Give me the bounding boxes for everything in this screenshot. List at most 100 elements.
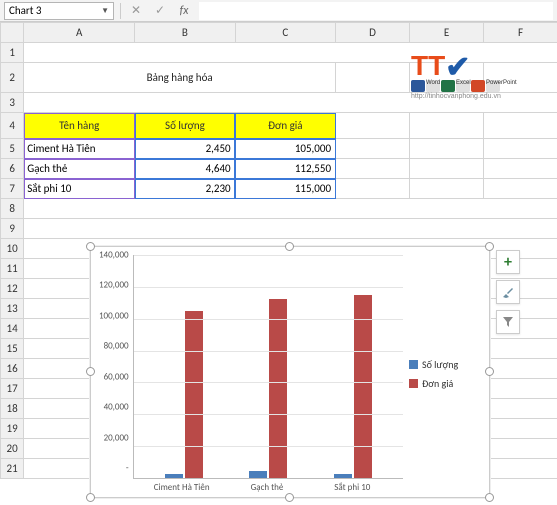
- bar-series2: [185, 311, 203, 478]
- header-cell[interactable]: Số lượng: [135, 113, 235, 139]
- data-cell[interactable]: 4,640: [135, 159, 235, 179]
- row-header[interactable]: 2: [1, 63, 24, 93]
- fx-icon[interactable]: fx: [175, 2, 193, 20]
- data-cell[interactable]: Ciment Hà Tiên: [24, 139, 135, 159]
- col-header-a[interactable]: A: [24, 23, 135, 43]
- col-header-b[interactable]: B: [135, 23, 235, 43]
- cell[interactable]: [410, 179, 484, 199]
- cell[interactable]: [410, 159, 484, 179]
- legend-item: Số lượng: [409, 358, 481, 371]
- row-header[interactable]: 1: [1, 43, 24, 63]
- cell[interactable]: [484, 159, 557, 179]
- data-cell[interactable]: 112,550: [235, 159, 335, 179]
- name-box[interactable]: Chart 3 ▼: [4, 2, 114, 20]
- row-header[interactable]: 19: [1, 419, 24, 439]
- table-title[interactable]: Bảng hàng hóa: [24, 63, 336, 93]
- row-header[interactable]: 3: [1, 93, 24, 113]
- row-header[interactable]: 17: [1, 379, 24, 399]
- resize-handle[interactable]: [86, 242, 95, 251]
- row-header[interactable]: 7: [1, 179, 24, 199]
- cell[interactable]: [336, 63, 410, 93]
- spreadsheet-grid: A B C D E F 1 2 Bảng hàng hóa 3 4 Tên hà…: [0, 22, 557, 479]
- cell[interactable]: [24, 93, 557, 113]
- row-header[interactable]: 13: [1, 299, 24, 319]
- swatch-icon: [409, 379, 418, 388]
- resize-handle[interactable]: [485, 367, 494, 376]
- funnel-icon: [502, 316, 514, 328]
- resize-handle[interactable]: [485, 242, 494, 251]
- data-cell[interactable]: 115,000: [235, 179, 335, 199]
- row-header[interactable]: 5: [1, 139, 24, 159]
- resize-handle[interactable]: [86, 367, 95, 376]
- check-icon[interactable]: ✓: [151, 2, 169, 20]
- header-cell[interactable]: Đơn giá: [235, 113, 335, 139]
- cell[interactable]: [336, 139, 410, 159]
- cell[interactable]: [336, 179, 410, 199]
- cell[interactable]: [24, 219, 557, 239]
- bar-group: [159, 255, 209, 478]
- legend-item: Đơn giá: [409, 377, 481, 390]
- header-cell[interactable]: Tên hàng: [24, 113, 135, 139]
- row-header[interactable]: 18: [1, 399, 24, 419]
- select-all-corner[interactable]: [1, 23, 24, 43]
- chart-filter-button[interactable]: [496, 310, 520, 334]
- resize-handle[interactable]: [285, 493, 294, 502]
- row-header[interactable]: 6: [1, 159, 24, 179]
- row-header[interactable]: 9: [1, 219, 24, 239]
- formula-input[interactable]: [199, 2, 553, 20]
- cell[interactable]: [484, 179, 557, 199]
- row-header[interactable]: 20: [1, 439, 24, 459]
- cell[interactable]: [336, 159, 410, 179]
- bar-group: [328, 255, 378, 478]
- chart-tools: +: [496, 250, 520, 334]
- cell[interactable]: [24, 43, 557, 63]
- formula-bar: Chart 3 ▼ ✕ ✓ fx: [0, 0, 557, 22]
- chart-legend[interactable]: Số lượng Đơn giá: [403, 255, 481, 493]
- cell[interactable]: [484, 113, 557, 139]
- cell[interactable]: [410, 113, 484, 139]
- col-header-e[interactable]: E: [410, 23, 484, 43]
- brush-icon: [501, 285, 515, 299]
- cell[interactable]: [484, 63, 557, 93]
- row-header[interactable]: 11: [1, 259, 24, 279]
- data-cell[interactable]: Sắt phi 10: [24, 179, 135, 199]
- data-cell[interactable]: 2,450: [135, 139, 235, 159]
- row-header[interactable]: 8: [1, 199, 24, 219]
- row-header[interactable]: 12: [1, 279, 24, 299]
- chart-plot-area[interactable]: [133, 255, 403, 479]
- chart-x-axis: Ciment Hà Tiên Gạch thẻ Sắt phi 10: [99, 479, 403, 493]
- cell[interactable]: [410, 63, 484, 93]
- chart-y-axis: 140,000 120,000 100,000 80,000 60,000 40…: [99, 255, 133, 479]
- chart-elements-button[interactable]: +: [496, 250, 520, 274]
- col-header-c[interactable]: C: [235, 23, 335, 43]
- cell[interactable]: [24, 199, 557, 219]
- row-header[interactable]: 14: [1, 319, 24, 339]
- bar-series2: [354, 295, 372, 478]
- separator: [120, 3, 121, 19]
- cancel-icon[interactable]: ✕: [127, 2, 145, 20]
- col-header-d[interactable]: D: [336, 23, 410, 43]
- data-cell[interactable]: 2,230: [135, 179, 235, 199]
- resize-handle[interactable]: [485, 493, 494, 502]
- name-box-value: Chart 3: [9, 4, 42, 17]
- row-header[interactable]: 15: [1, 339, 24, 359]
- chart-style-button[interactable]: [496, 280, 520, 304]
- chevron-down-icon[interactable]: ▼: [101, 6, 109, 16]
- resize-handle[interactable]: [285, 242, 294, 251]
- col-header-f[interactable]: F: [484, 23, 557, 43]
- bar-series1: [249, 471, 267, 478]
- bar-series1: [334, 474, 352, 478]
- resize-handle[interactable]: [86, 493, 95, 502]
- data-cell[interactable]: 105,000: [235, 139, 335, 159]
- cell[interactable]: [484, 139, 557, 159]
- embedded-chart[interactable]: 140,000 120,000 100,000 80,000 60,000 40…: [90, 246, 490, 498]
- cell[interactable]: [336, 113, 410, 139]
- row-header[interactable]: 16: [1, 359, 24, 379]
- row-header[interactable]: 4: [1, 113, 24, 139]
- cell[interactable]: [410, 139, 484, 159]
- row-header[interactable]: 10: [1, 239, 24, 259]
- bar-group: [243, 255, 293, 478]
- data-cell[interactable]: Gạch thẻ: [24, 159, 135, 179]
- row-header[interactable]: 21: [1, 459, 24, 479]
- swatch-icon: [409, 360, 418, 369]
